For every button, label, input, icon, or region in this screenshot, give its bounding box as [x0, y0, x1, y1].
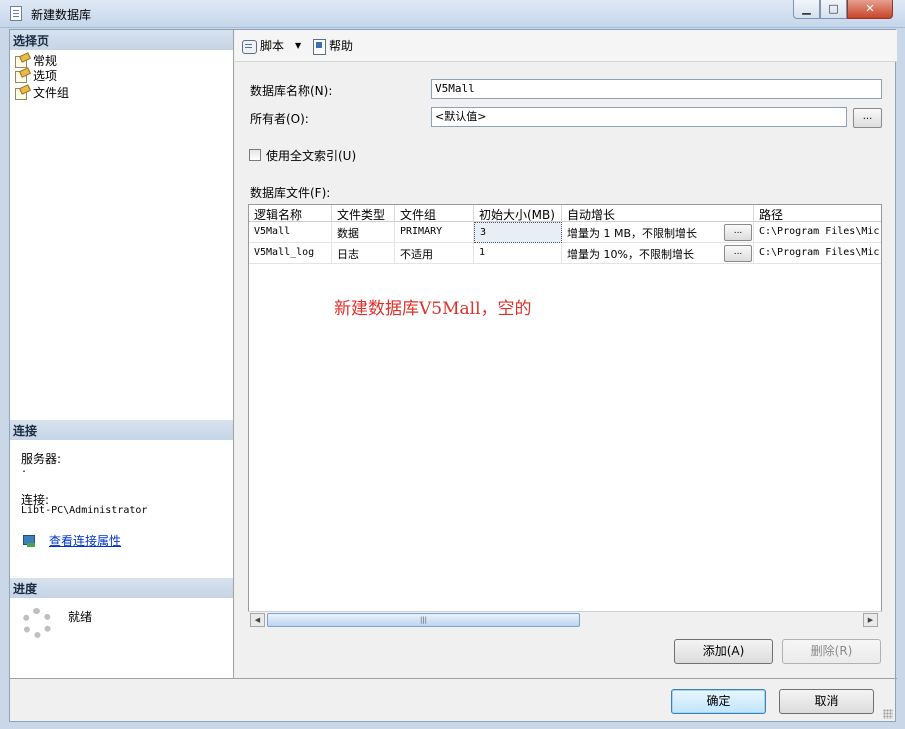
autogrowth-browse-button[interactable]: ...: [724, 224, 752, 241]
files-label: 数据库文件(F):: [250, 186, 331, 200]
page-icon: [14, 54, 29, 68]
minimize-icon: ▁: [802, 2, 811, 15]
path-cell[interactable]: C:\Program Files\Micr: [754, 222, 881, 243]
add-file-button[interactable]: 添加(A): [674, 639, 773, 664]
progress-header: 进度: [10, 578, 233, 598]
remove-file-button[interactable]: 删除(R): [782, 639, 881, 664]
help-button[interactable]: 帮助: [312, 37, 354, 55]
db-name-label: 数据库名称(N):: [250, 84, 333, 98]
maximize-button[interactable]: □: [820, 0, 847, 19]
progress-status: 就绪: [68, 610, 93, 624]
logical-name-cell[interactable]: V5Mall: [249, 222, 332, 243]
fulltext-checkbox[interactable]: [249, 149, 261, 161]
horizontal-scrollbar[interactable]: ◀ ||| ▶: [248, 611, 882, 628]
page-icon: [14, 86, 29, 100]
page-item-filegroups[interactable]: 文件组: [14, 84, 69, 100]
script-label: 脚本: [260, 39, 285, 53]
column-header[interactable]: 路径: [754, 205, 881, 222]
close-icon: ✕: [865, 2, 875, 15]
left-pane: 选择页 常规 选项 文件组 连接 服务器: . 连接: Libt-PC\Admi…: [10, 30, 234, 678]
connection-properties-icon: [21, 534, 37, 548]
column-header[interactable]: 自动增长: [562, 205, 754, 222]
fulltext-label[interactable]: 使用全文索引(U): [266, 147, 356, 164]
title-bar[interactable]: 新建数据库 ▁ □ ✕: [0, 0, 905, 28]
db-name-input[interactable]: V5Mall: [431, 79, 882, 99]
help-icon: [312, 38, 326, 55]
server-value: .: [21, 464, 28, 475]
maximize-icon: □: [828, 2, 839, 15]
script-icon: [241, 38, 257, 54]
column-header[interactable]: 初始大小(MB): [474, 205, 562, 222]
column-header[interactable]: 文件组: [395, 205, 474, 222]
path-cell[interactable]: C:\Program Files\Micr: [754, 243, 881, 264]
database-icon: [10, 6, 22, 21]
connection-value: Libt-PC\Administrator: [21, 505, 148, 516]
view-connection-properties-link[interactable]: 查看连接属性: [21, 532, 121, 549]
minimize-button[interactable]: ▁: [793, 0, 820, 19]
window-title: 新建数据库: [31, 8, 92, 22]
file-type-cell[interactable]: 日志: [332, 243, 395, 264]
file-type-cell[interactable]: 数据: [332, 222, 395, 243]
initial-size-cell[interactable]: 3: [474, 222, 562, 243]
scroll-right-icon[interactable]: ▶: [863, 613, 878, 627]
autogrowth-browse-button[interactable]: ...: [724, 245, 752, 262]
owner-browse-button[interactable]: ...: [853, 108, 882, 128]
toolbar: 脚本 ▼ 帮助: [235, 30, 897, 62]
view-connection-properties-label: 查看连接属性: [49, 534, 122, 548]
column-header[interactable]: 逻辑名称: [249, 205, 332, 222]
column-header[interactable]: 文件类型: [332, 205, 395, 222]
resize-grip-icon[interactable]: [883, 709, 893, 719]
chevron-down-icon[interactable]: ▼: [295, 41, 301, 50]
page-icon: [14, 69, 29, 83]
annotation-text: 新建数据库V5Mall，空的: [334, 299, 532, 319]
close-button[interactable]: ✕: [847, 0, 893, 19]
progress-spinner-icon: [22, 608, 52, 638]
logical-name-cell[interactable]: V5Mall_log: [249, 243, 332, 264]
connection-header: 连接: [10, 420, 233, 440]
dialog-client: 选择页 常规 选项 文件组 连接 服务器: . 连接: Libt-PC\Admi…: [9, 29, 897, 722]
database-files-grid[interactable]: 逻辑名称 文件类型 文件组 初始大小(MB) 自动增长 路径 V5Mall 数据…: [248, 204, 882, 627]
select-page-header: 选择页: [10, 30, 233, 50]
ok-button[interactable]: 确定: [671, 689, 766, 714]
scroll-left-icon[interactable]: ◀: [250, 613, 265, 627]
grid-header: 逻辑名称 文件类型 文件组 初始大小(MB) 自动增长 路径: [249, 205, 881, 222]
filegroup-cell[interactable]: 不适用: [395, 243, 474, 264]
owner-label: 所有者(O):: [250, 112, 309, 126]
page-item-options[interactable]: 选项: [14, 67, 57, 83]
table-row[interactable]: V5Mall 数据 PRIMARY 3 增量为 1 MB，不限制增长 ... C…: [249, 222, 881, 243]
script-button[interactable]: 脚本 ▼: [241, 37, 301, 54]
help-label: 帮助: [329, 39, 354, 53]
scrollbar-thumb[interactable]: |||: [267, 613, 580, 627]
divider: [10, 678, 897, 679]
page-item-label: 文件组: [33, 85, 70, 100]
owner-input[interactable]: <默认值>: [431, 107, 847, 127]
initial-size-cell[interactable]: 1: [474, 243, 562, 264]
table-row[interactable]: V5Mall_log 日志 不适用 1 增量为 10%，不限制增长 ... C:…: [249, 243, 881, 264]
page-item-label: 选项: [33, 68, 58, 83]
filegroup-cell[interactable]: PRIMARY: [395, 222, 474, 243]
cancel-button[interactable]: 取消: [779, 689, 874, 714]
